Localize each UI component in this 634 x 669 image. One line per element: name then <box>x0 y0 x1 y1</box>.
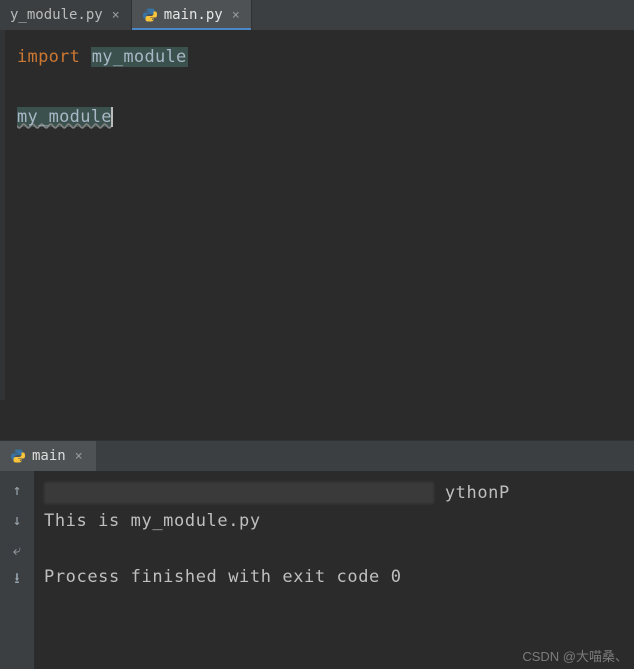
python-file-icon <box>10 448 26 464</box>
stdout-line: This is my_module.py <box>44 511 261 531</box>
redacted-path <box>44 482 434 504</box>
tab-label: main.py <box>164 7 223 23</box>
run-tab-label: main <box>32 448 66 464</box>
soft-wrap-icon[interactable]: ⤶ <box>6 539 28 561</box>
run-tab-strip: main × <box>0 441 634 471</box>
run-tool-window: main × ↑ ↓ ⤶ ⭳ ythonP This is my_module.… <box>0 440 634 669</box>
keyword-import: import <box>17 47 80 67</box>
panel-gap <box>0 400 634 440</box>
console-output[interactable]: ythonP This is my_module.py Process fini… <box>34 471 634 669</box>
exit-line: Process finished with exit code 0 <box>44 567 402 587</box>
close-icon[interactable]: × <box>109 8 123 22</box>
code-editor[interactable]: import my_module my_module <box>0 30 634 400</box>
python-file-icon <box>142 7 158 23</box>
close-icon[interactable]: × <box>229 8 243 22</box>
tab-label: y_module.py <box>10 7 103 23</box>
run-body: ↑ ↓ ⤶ ⭳ ythonP This is my_module.py Proc… <box>0 471 634 669</box>
run-toolbar: ↑ ↓ ⤶ ⭳ <box>0 471 34 669</box>
export-icon[interactable]: ⭳ <box>6 569 28 591</box>
close-icon[interactable]: × <box>72 449 86 463</box>
run-tab-main[interactable]: main × <box>0 441 96 471</box>
scroll-up-icon[interactable]: ↑ <box>6 479 28 501</box>
code-content: import my_module my_module <box>17 42 188 400</box>
text-caret <box>111 107 113 127</box>
scroll-down-icon[interactable]: ↓ <box>6 509 28 531</box>
editor-tab-strip: y_module.py × main.py × <box>0 0 634 30</box>
module-name: my_module <box>91 47 188 67</box>
space <box>80 47 91 67</box>
path-tail: ythonP <box>445 483 510 503</box>
statement-my-module: my_module <box>17 107 112 127</box>
editor-tab-my-module[interactable]: y_module.py × <box>0 0 132 30</box>
editor-tab-main[interactable]: main.py × <box>132 0 252 30</box>
editor-area: y_module.py × main.py × import my_module… <box>0 0 634 400</box>
